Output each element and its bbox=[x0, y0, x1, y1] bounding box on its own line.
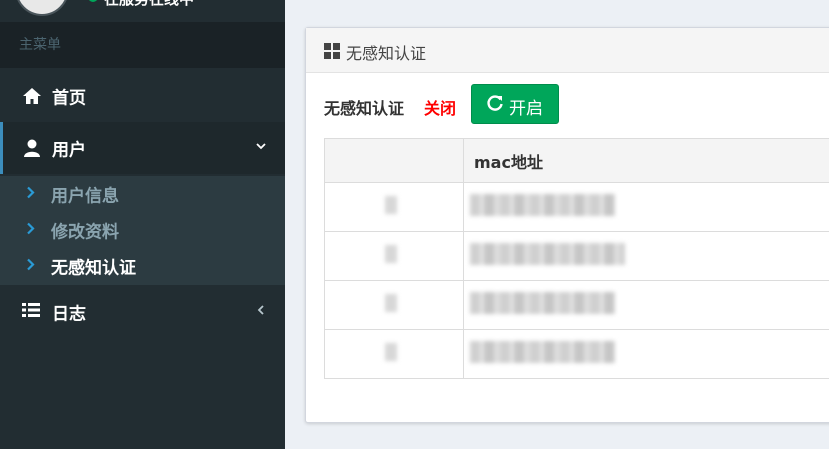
menu-header: 主菜单 bbox=[0, 22, 285, 68]
table-cell bbox=[324, 329, 464, 379]
redacted-value bbox=[385, 294, 397, 312]
auth-status-value: 关闭 bbox=[424, 99, 457, 118]
enable-button-label: 开启 bbox=[509, 99, 543, 118]
table-header-row: mac地址 bbox=[324, 138, 829, 183]
table-cell bbox=[324, 231, 464, 281]
online-status-icon bbox=[88, 0, 98, 2]
table-row bbox=[324, 329, 829, 379]
sidebar: 在服务在线中 主菜单 首页 用户 用户信息 修改资料 bbox=[0, 0, 285, 449]
redacted-mac bbox=[470, 292, 615, 314]
table-cell-mac bbox=[463, 280, 829, 330]
table-row bbox=[324, 280, 829, 330]
redacted-value bbox=[385, 343, 397, 361]
sidebar-subitem-seamless-auth[interactable]: 无感知认证 bbox=[0, 248, 285, 284]
sidebar-item-user[interactable]: 用户 bbox=[0, 122, 285, 174]
table-row bbox=[324, 182, 829, 232]
enable-button[interactable]: 开启 bbox=[471, 84, 559, 124]
seamless-auth-box: 无感知认证 无感知认证 关闭 开启 mac地址 bbox=[305, 27, 829, 423]
user-submenu: 用户信息 修改资料 无感知认证 bbox=[0, 176, 285, 285]
table-header-cell-mac: mac地址 bbox=[463, 138, 829, 183]
sidebar-subitem-label: 修改资料 bbox=[51, 222, 119, 243]
redacted-value bbox=[385, 196, 397, 214]
chevron-left-icon bbox=[255, 304, 267, 320]
redacted-value bbox=[385, 245, 397, 263]
table-row bbox=[324, 231, 829, 281]
chevron-right-icon bbox=[26, 184, 36, 205]
user-icon bbox=[22, 138, 42, 158]
sidebar-item-label: 用户 bbox=[52, 140, 86, 161]
list-icon bbox=[22, 302, 42, 322]
avatar[interactable] bbox=[15, 0, 69, 16]
table-cell-mac bbox=[463, 329, 829, 379]
redacted-mac bbox=[470, 243, 625, 265]
sidebar-subitem-edit-profile[interactable]: 修改资料 bbox=[0, 212, 285, 248]
user-panel: 在服务在线中 bbox=[0, 0, 285, 22]
redacted-mac bbox=[470, 194, 615, 216]
home-icon bbox=[22, 86, 42, 106]
redacted-mac bbox=[470, 341, 615, 363]
sidebar-subitem-user-info[interactable]: 用户信息 bbox=[0, 176, 285, 212]
refresh-icon bbox=[486, 94, 504, 117]
box-title: 无感知认证 bbox=[346, 44, 427, 63]
sidebar-item-log[interactable]: 日志 bbox=[0, 287, 285, 337]
grid-icon bbox=[324, 43, 340, 63]
chevron-right-icon bbox=[26, 220, 36, 241]
chevron-right-icon bbox=[26, 256, 36, 277]
chevron-down-icon bbox=[255, 140, 267, 156]
table-cell bbox=[324, 182, 464, 232]
table-cell bbox=[324, 280, 464, 330]
mac-table: mac地址 bbox=[324, 138, 829, 379]
box-header: 无感知认证 bbox=[306, 28, 829, 73]
sidebar-item-label: 日志 bbox=[52, 304, 86, 325]
user-status-text: 在服务在线中 bbox=[104, 0, 194, 9]
table-cell-mac bbox=[463, 231, 829, 281]
sidebar-subitem-label: 无感知认证 bbox=[51, 258, 136, 279]
table-cell-mac bbox=[463, 182, 829, 232]
sidebar-subitem-label: 用户信息 bbox=[51, 186, 119, 207]
auth-status-label: 无感知认证 bbox=[324, 99, 405, 118]
table-header-cell bbox=[324, 138, 464, 183]
sidebar-item-label: 首页 bbox=[52, 88, 86, 109]
sidebar-item-home[interactable]: 首页 bbox=[0, 70, 285, 122]
